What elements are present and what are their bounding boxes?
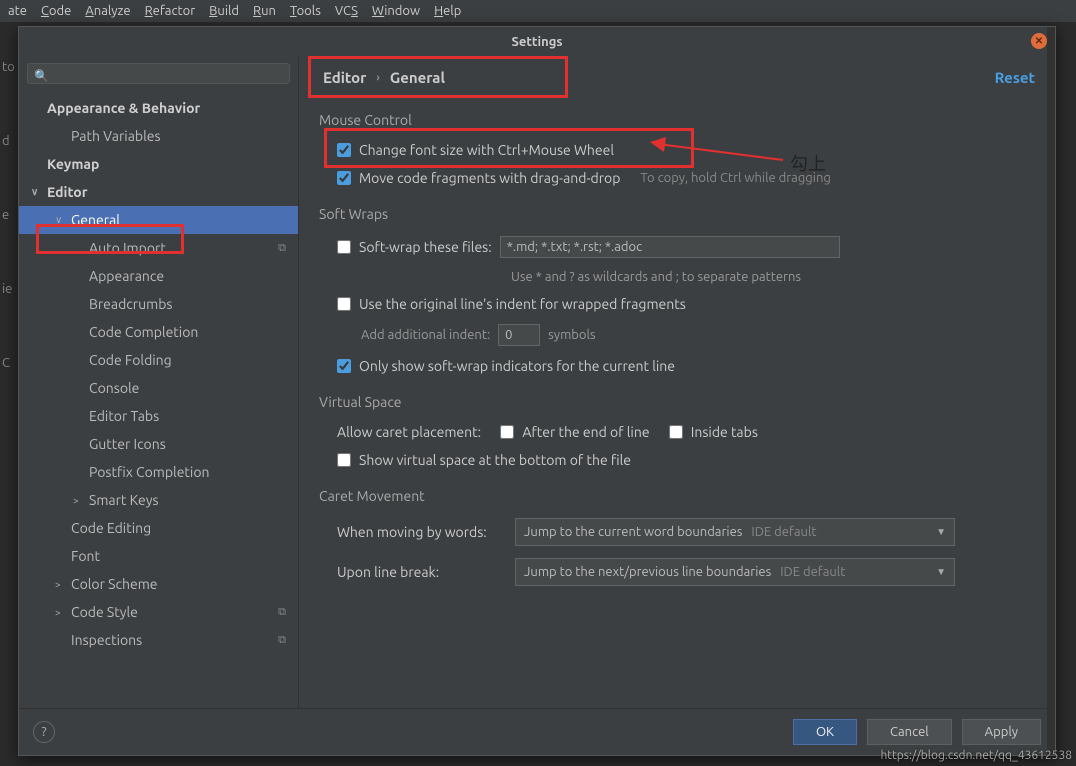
sidebar-item-editor[interactable]: ∨Editor <box>19 178 298 206</box>
sidebar-item-console[interactable]: Console <box>19 374 298 402</box>
menu-help[interactable]: Help <box>434 4 461 18</box>
section-virtual-space: Virtual Space <box>319 394 1035 410</box>
help-icon[interactable]: ? <box>33 721 55 743</box>
sidebar-item-code-style[interactable]: >Code Style⧉ <box>19 598 298 626</box>
label-only-show-indicators: Only show soft-wrap indicators for the c… <box>359 358 675 374</box>
copy-icon: ⧉ <box>278 242 286 255</box>
checkbox-original-indent[interactable] <box>337 297 351 311</box>
checkbox-only-show-indicators[interactable] <box>337 359 351 373</box>
close-icon[interactable]: ✕ <box>1031 33 1047 49</box>
label-after-eol: After the end of line <box>522 424 649 440</box>
label-original-indent: Use the original line's indent for wrapp… <box>359 296 686 312</box>
menu-window[interactable]: Window <box>372 4 420 18</box>
menu-ate[interactable]: ate <box>8 4 27 18</box>
section-caret-movement: Caret Movement <box>319 488 1035 504</box>
hint-wildcards: Use * and ? as wildcards and ; to separa… <box>511 270 801 284</box>
label-symbols: symbols <box>548 328 595 342</box>
sidebar-item-gutter-icons[interactable]: Gutter Icons <box>19 430 298 458</box>
settings-tree[interactable]: Appearance & BehaviorPath VariablesKeyma… <box>19 90 298 708</box>
label-move-fragments: Move code fragments with drag-and-drop <box>359 170 620 186</box>
label-show-virtual-space: Show virtual space at the bottom of the … <box>359 452 631 468</box>
sidebar-item-smart-keys[interactable]: >Smart Keys <box>19 486 298 514</box>
breadcrumb: Editor›General <box>319 57 1035 98</box>
menu-vcs[interactable]: VCS <box>335 4 358 18</box>
label-change-font-size: Change font size with Ctrl+Mouse Wheel <box>359 142 614 158</box>
label-inside-tabs: Inside tabs <box>691 424 758 440</box>
chevron-down-icon: ▼ <box>936 566 946 578</box>
settings-content: Editor›General Reset Mouse Control Chang… <box>299 57 1055 708</box>
checkbox-move-fragments[interactable] <box>337 171 351 185</box>
input-additional-indent[interactable] <box>498 324 540 346</box>
sidebar-item-general[interactable]: ∨General <box>19 206 298 234</box>
menu-tools[interactable]: Tools <box>290 4 321 18</box>
section-soft-wraps: Soft Wraps <box>319 206 1035 222</box>
label-allow-caret: Allow caret placement: <box>337 424 481 440</box>
label-additional-indent: Add additional indent: <box>361 328 490 342</box>
copy-icon: ⧉ <box>278 606 286 619</box>
checkbox-change-font-size[interactable] <box>337 143 351 157</box>
search-input[interactable] <box>27 63 290 84</box>
reset-link[interactable]: Reset <box>995 69 1035 86</box>
input-soft-wrap-patterns[interactable] <box>500 236 840 258</box>
sidebar-item-appearance[interactable]: Appearance <box>19 262 298 290</box>
sidebar-item-code-completion[interactable]: Code Completion <box>19 318 298 346</box>
sidebar-item-appearance-behavior[interactable]: Appearance & Behavior <box>19 94 298 122</box>
checkbox-show-virtual-space[interactable] <box>337 453 351 467</box>
sidebar-item-code-folding[interactable]: Code Folding <box>19 346 298 374</box>
chevron-right-icon: › <box>376 72 379 84</box>
ok-button[interactable]: OK <box>793 719 857 745</box>
main-menubar[interactable]: ate Code Analyze Refactor Build Run Tools VCS Wi… <box>0 0 1076 22</box>
checkbox-soft-wrap-files[interactable] <box>337 240 351 254</box>
menu-build[interactable]: Build <box>209 4 239 18</box>
label-by-words: When moving by words: <box>337 524 507 540</box>
sidebar-item-breadcrumbs[interactable]: Breadcrumbs <box>19 290 298 318</box>
section-mouse-control: Mouse Control <box>319 112 1035 128</box>
copy-icon: ⧉ <box>278 634 286 647</box>
search-icon: 🔍 <box>34 69 49 83</box>
select-line-break[interactable]: Jump to the next/previous line boundarie… <box>515 558 955 586</box>
cancel-button[interactable]: Cancel <box>867 719 952 745</box>
sidebar-item-color-scheme[interactable]: >Color Scheme <box>19 570 298 598</box>
chevron-down-icon: ▼ <box>936 526 946 538</box>
sidebar-item-auto-import[interactable]: Auto Import⧉ <box>19 234 298 262</box>
sidebar-item-editor-tabs[interactable]: Editor Tabs <box>19 402 298 430</box>
label-line-break: Upon line break: <box>337 564 507 580</box>
background-fragments: todeieC <box>0 60 15 370</box>
select-by-words[interactable]: Jump to the current word boundaries IDE … <box>515 518 955 546</box>
sidebar-item-inspections[interactable]: Inspections⧉ <box>19 626 298 654</box>
menu-run[interactable]: Run <box>253 4 276 18</box>
checkbox-after-eol[interactable] <box>500 425 514 439</box>
annotation-text: 勾上 <box>790 150 826 176</box>
sidebar-item-path-variables[interactable]: Path Variables <box>19 122 298 150</box>
apply-button[interactable]: Apply <box>962 719 1041 745</box>
menu-refactor[interactable]: Refactor <box>145 4 196 18</box>
dialog-footer: ? OK Cancel Apply <box>19 708 1055 755</box>
settings-dialog: Settings ✕ 🔍 Appearance & BehaviorPath V… <box>18 26 1056 756</box>
sidebar-item-keymap[interactable]: Keymap <box>19 150 298 178</box>
dialog-title: Settings ✕ <box>19 27 1055 57</box>
checkbox-inside-tabs[interactable] <box>669 425 683 439</box>
menu-code[interactable]: Code <box>41 4 71 18</box>
sidebar-item-postfix-completion[interactable]: Postfix Completion <box>19 458 298 486</box>
watermark: https://blog.csdn.net/qq_43612538 <box>880 749 1072 762</box>
label-soft-wrap-files: Soft-wrap these files: <box>359 239 492 255</box>
sidebar-item-font[interactable]: Font <box>19 542 298 570</box>
menu-analyze[interactable]: Analyze <box>85 4 130 18</box>
sidebar-item-code-editing[interactable]: Code Editing <box>19 514 298 542</box>
settings-sidebar: 🔍 Appearance & BehaviorPath VariablesKey… <box>19 57 299 708</box>
